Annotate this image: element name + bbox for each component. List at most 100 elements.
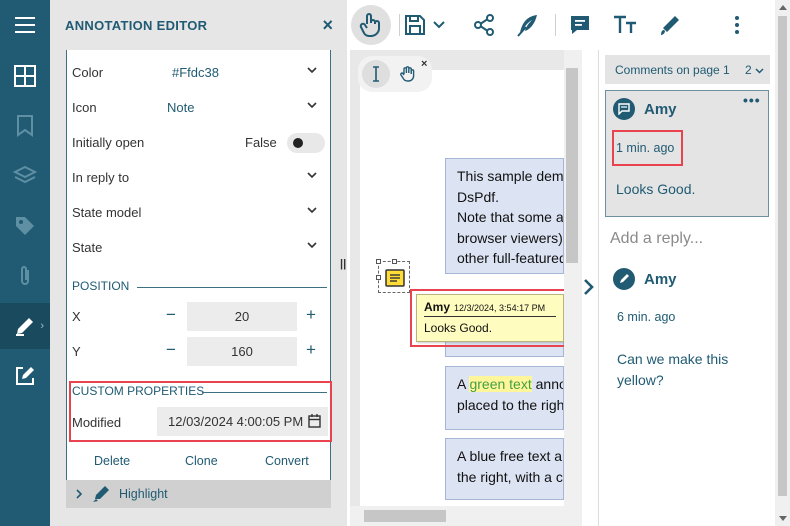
form-editor-button[interactable]: [0, 353, 50, 399]
toolbar-separator: [555, 14, 556, 36]
share-button[interactable]: [464, 5, 504, 45]
doc-line: A green text anno: [457, 374, 563, 395]
comment-time-highlight: [612, 130, 683, 166]
state-model-label: State model: [72, 205, 142, 220]
state-model-property[interactable]: State model: [67, 195, 329, 230]
section-divider: [137, 287, 327, 288]
custom-properties-highlight: [69, 381, 332, 442]
scroll-down-icon[interactable]: [779, 516, 787, 521]
highlighter-icon: [93, 486, 109, 502]
clone-button[interactable]: Clone: [185, 454, 218, 468]
close-icon[interactable]: ×: [421, 58, 427, 70]
initially-open-value: False: [245, 135, 277, 150]
text-select-tool[interactable]: [362, 60, 390, 88]
sticky-note-selection[interactable]: [376, 259, 410, 293]
save-dropdown-button[interactable]: [429, 5, 449, 45]
more-options-button[interactable]: [717, 5, 757, 45]
close-icon[interactable]: ×: [322, 15, 333, 36]
resize-handle[interactable]: [376, 275, 381, 280]
layers-icon: [13, 165, 37, 184]
thumbnails-button[interactable]: [0, 53, 50, 99]
green-highlight-text: green text: [469, 376, 532, 392]
icon-value: Note: [167, 100, 195, 115]
comment-text-line: yellow?: [617, 372, 664, 388]
convert-button[interactable]: Convert: [265, 454, 309, 468]
layers-button[interactable]: [0, 153, 50, 199]
y-input[interactable]: 160: [187, 337, 297, 366]
annotation-editor-icon: [16, 318, 33, 336]
in-reply-to-property[interactable]: In reply to: [67, 160, 329, 195]
y-increment-button[interactable]: +: [306, 340, 316, 360]
feather-icon: [517, 15, 537, 37]
tags-button[interactable]: [0, 203, 50, 249]
initially-open-toggle[interactable]: [287, 133, 325, 153]
y-decrement-button[interactable]: −: [166, 340, 176, 360]
green-text-annotation[interactable]: A green text anno placed to the righ: [445, 366, 564, 430]
scrollbar-thumb[interactable]: [566, 68, 578, 263]
pen-icon: [661, 16, 679, 35]
resize-handle[interactable]: [376, 259, 381, 264]
toggle-knob: [293, 138, 303, 148]
reply-input[interactable]: [605, 223, 770, 255]
resize-handle[interactable]: [392, 259, 397, 264]
scroll-up-icon[interactable]: [779, 5, 787, 10]
page-scrollbar[interactable]: [775, 0, 790, 526]
chevron-down-icon: [307, 242, 317, 249]
comment-author: Amy: [644, 271, 677, 288]
bookmarks-button[interactable]: [0, 103, 50, 149]
sample-text-annotation[interactable]: This sample dem DsPdf. Note that some a …: [445, 158, 564, 274]
doc-line: This sample dem: [457, 168, 564, 184]
chevron-down-icon: [307, 67, 317, 74]
pan-tool[interactable]: [393, 60, 421, 88]
initially-open-property: Initially open False: [67, 125, 329, 160]
chevron-down-icon: [433, 21, 445, 29]
text-button[interactable]: [605, 5, 645, 45]
more-vertical-icon: [735, 16, 739, 34]
comment-icon: [571, 16, 589, 34]
scrollbar-thumb[interactable]: [778, 16, 787, 496]
doc-line: Note that some a: [457, 209, 564, 225]
comment-page-select[interactable]: 2: [745, 63, 764, 77]
chevron-right-icon: [76, 489, 83, 499]
blue-freetext-annotation[interactable]: A blue free text a the right, with a c: [445, 438, 564, 500]
state-property[interactable]: State: [67, 230, 329, 265]
pen-button[interactable]: [650, 5, 690, 45]
y-label: Y: [72, 344, 81, 359]
doc-line: A blue free text a: [457, 448, 563, 464]
comment-text-line: Can we make this: [617, 351, 729, 367]
comment-text: Looks Good.: [616, 181, 696, 197]
comment-time: 6 min. ago: [617, 310, 676, 324]
text-run: anno: [531, 376, 564, 392]
x-input[interactable]: 20: [187, 302, 297, 331]
icon-property[interactable]: Icon Note: [67, 90, 329, 125]
x-label: X: [72, 309, 81, 324]
delete-button[interactable]: Delete: [94, 454, 130, 468]
horizontal-scrollbar[interactable]: [350, 506, 564, 526]
sign-button[interactable]: [508, 5, 548, 45]
sidebar-rail: ›: [0, 0, 50, 526]
in-reply-to-label: In reply to: [72, 170, 130, 185]
main-toolbar: [347, 0, 775, 50]
pan-tool-button[interactable]: [351, 5, 391, 45]
doc-line: placed to the righ: [457, 396, 564, 413]
comment-text: Can we make this yellow?: [617, 349, 728, 391]
comment-button[interactable]: [560, 5, 600, 45]
x-increment-button[interactable]: +: [306, 305, 316, 325]
vertical-scrollbar[interactable]: [564, 50, 582, 526]
state-label: State: [72, 240, 103, 255]
x-decrement-button[interactable]: −: [166, 305, 176, 325]
chevron-down-icon: [307, 172, 317, 179]
tag-icon: [16, 217, 34, 235]
menu-button[interactable]: [0, 2, 50, 48]
more-horizontal-icon[interactable]: •••: [743, 92, 761, 108]
annotation-editor-button[interactable]: ›: [0, 303, 50, 349]
highlight-annotation-item[interactable]: Highlight: [66, 480, 331, 508]
hand-pointer-icon: [359, 13, 380, 38]
editor-title: ANNOTATION EDITOR: [65, 17, 208, 33]
doc-line: DsPdf.: [457, 188, 500, 205]
chevron-right-icon[interactable]: [583, 278, 595, 296]
attachments-button[interactable]: [0, 253, 50, 299]
scrollbar-thumb[interactable]: [364, 510, 446, 522]
panel-resize-handle[interactable]: ||: [340, 258, 346, 270]
color-property[interactable]: Color #Ffdc38: [67, 55, 329, 90]
